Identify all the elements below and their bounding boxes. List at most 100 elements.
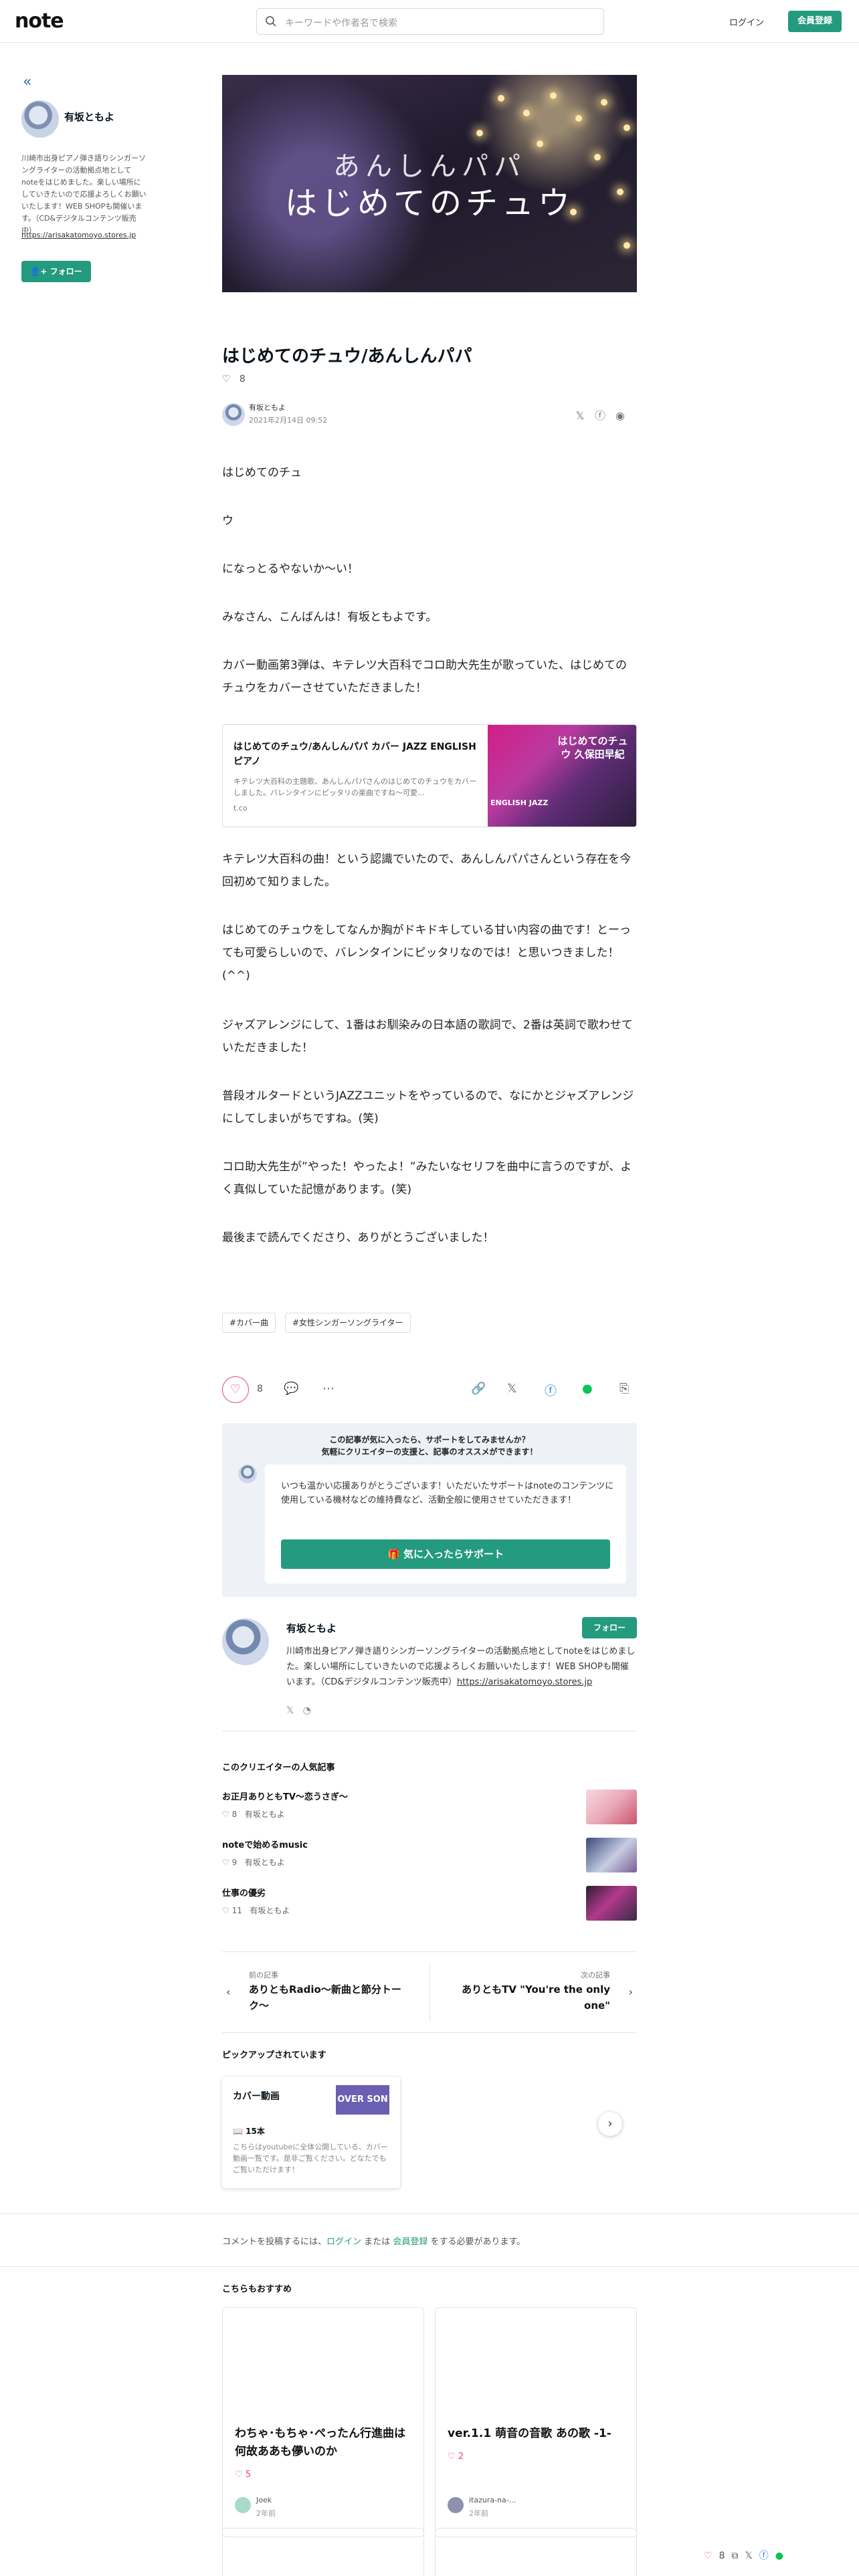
popular-meta: ♡ 8 有坂ともよ [222, 1808, 285, 1820]
chevron-right-icon[interactable]: › [629, 1985, 633, 1998]
article-title: はじめてのチュウ/あんしんパパ [222, 346, 472, 366]
popular-meta: ♡ 11 有坂ともよ [222, 1905, 290, 1916]
chevron-left-icon[interactable]: ‹ [226, 1985, 230, 1998]
heart-icon: ♡ [222, 1810, 229, 1819]
paragraph: になっとるやないか〜い！ [222, 562, 359, 576]
recommend-card[interactable]: ver.1.1 萌音の音歌 あの歌 -1- ♡ 2 itazura-na-...… [435, 2307, 637, 2537]
bookmark-icon[interactable]: ⎘ [619, 1382, 629, 1396]
creator-social-links: 𝕏 ◔ [286, 1705, 311, 1716]
like-button[interactable]: ♡ [222, 1376, 249, 1403]
more-icon[interactable]: ⋯ [322, 1382, 335, 1396]
author-name: 有坂ともよ [244, 1810, 285, 1819]
hashtag[interactable]: #カバー曲 [222, 1313, 276, 1333]
sidebar-shop-link[interactable]: https://arisakatomoyo.stores.jp [21, 231, 136, 239]
like-summary[interactable]: ♡ 8 [222, 374, 246, 385]
magazine-card[interactable]: カバー動画 OVER SON 📖 15本 こちらはyoutubeに全体公開してい… [222, 2077, 400, 2188]
popular-title: 仕事の優劣 [222, 1889, 266, 1899]
support-button[interactable]: 🎁 気に入ったらサポート [281, 1539, 610, 1569]
rss-icon[interactable]: ◔ [303, 1705, 311, 1716]
comment-icon[interactable]: 💬 [284, 1382, 298, 1396]
recommend-card[interactable] [222, 2528, 424, 2576]
embed-card[interactable]: はじめてのチュウ/あんしんパパ カバー JAZZ ENGLISH ピアノ キテレ… [222, 724, 637, 827]
support-heading-2: 気軽にクリエイターの支援と、記事のオススメができます！ [321, 1447, 538, 1457]
sidebar-follow-button[interactable]: 👤+ フォロー [21, 261, 91, 282]
prev-article-link[interactable]: ありともRadio〜新曲と節分トーク〜 [249, 1981, 417, 2014]
creator-shop-link[interactable]: https://arisakatomoyo.stores.jp [457, 1677, 592, 1687]
line-icon[interactable]: ● [775, 2551, 783, 2561]
embed-title: はじめてのチュウ/あんしんパパ カバー JAZZ ENGLISH ピアノ [233, 742, 476, 767]
x-icon[interactable]: 𝕏 [507, 1382, 517, 1396]
like-count: 9 [231, 1858, 237, 1867]
comment-login-link[interactable]: ログイン [326, 2237, 361, 2247]
heart-icon: ♡ [229, 1382, 242, 1396]
support-panel: いつも温かい応援ありがとうございます！いただいたサポートはnoteのコンテンツに… [265, 1465, 626, 1584]
recommend-card[interactable] [435, 2528, 637, 2576]
carousel-next-button[interactable]: › [598, 2112, 622, 2136]
paragraph: カバー動画第3弾は、キテレツ大百科でコロ助大先生が歌っていた、はじめてのチュウを… [222, 659, 627, 695]
avatar[interactable] [222, 1618, 269, 1665]
follow-label: フォロー [50, 267, 82, 276]
search-icon [266, 16, 276, 27]
embed-thumbnail: はじめてのチュウ 久保田早紀 ENGLISH JAZZ [488, 725, 636, 827]
recommend-author[interactable]: itazura-na-... [469, 2496, 516, 2504]
link-icon[interactable]: 🔗 [471, 1382, 486, 1396]
prev-next-nav: ‹ 前の記事 ありともRadio〜新曲と節分トーク〜 次の記事 ありともTV "… [222, 1951, 637, 2033]
x-icon[interactable]: 𝕏 [745, 2551, 752, 2561]
avatar [448, 2497, 464, 2513]
hashtag[interactable]: #女性シンガーソングライター [285, 1313, 411, 1333]
creator-name[interactable]: 有坂ともよ [286, 1621, 337, 1635]
heart-icon: ♡ [235, 2470, 243, 2480]
x-icon[interactable]: 𝕏 [570, 409, 590, 422]
embed-thumb-badge: ENGLISH JAZZ [490, 798, 549, 807]
gift-icon: 🎁 [387, 1548, 400, 1560]
hero-line-2: はじめてのチュウ [284, 185, 574, 222]
search-box[interactable]: キーワードや作者名で検索 [256, 8, 604, 35]
signup-button[interactable]: 会員登録 [788, 11, 842, 32]
comment-or: または [364, 2237, 391, 2247]
comment-suffix: をする必要があります。 [430, 2237, 526, 2247]
list-item[interactable]: 仕事の優劣 ♡ 11 有坂ともよ [222, 1886, 637, 1925]
avatar [238, 1465, 257, 1483]
heart-icon[interactable]: ♡ [704, 2551, 712, 2561]
popular-thumbnail [586, 1886, 637, 1921]
facebook-icon[interactable]: ⓕ [759, 2549, 769, 2562]
paragraph: コロ助大先生が”やった！やったよ！”みたいなセリフを曲中に言うのですが、よく真似… [222, 1160, 632, 1196]
paragraph: はじめてのチュウをしてなんか胸がドキドキしている甘い内容の曲です！とーっても可愛… [222, 924, 631, 982]
support-heading-1: この記事が気に入ったら、サポートをしてみませんか？ [329, 1435, 530, 1444]
creator-follow-button[interactable]: フォロー [582, 1617, 637, 1638]
note-logo[interactable]: note [15, 9, 64, 33]
facebook-icon[interactable]: ⓕ [545, 1382, 557, 1399]
x-icon[interactable]: 𝕏 [286, 1705, 294, 1716]
line-icon[interactable]: ● [582, 1382, 593, 1396]
support-heading: この記事が気に入ったら、サポートをしてみませんか？ 気軽にクリエイターの支援と、記… [222, 1434, 637, 1458]
list-item[interactable]: お正月ありともTV〜恋うさぎ〜 ♡ 8 有坂ともよ [222, 1790, 637, 1828]
avatar[interactable] [222, 403, 245, 426]
hero-image: あんしんパパ はじめてのチュウ [222, 75, 637, 292]
pickup-section-title: ピックアップされています [222, 2050, 326, 2060]
embed-thumb-title: はじめてのチュウ 久保田早紀 [557, 735, 628, 760]
login-link[interactable]: ログイン [729, 15, 764, 28]
paragraph: はじめてのチュ [222, 466, 302, 479]
recommend-title: ver.1.1 萌音の音歌 あの歌 -1- [448, 2427, 611, 2440]
next-article-link[interactable]: ありともTV "You're the only one" [442, 1981, 610, 2014]
comment-signup-link[interactable]: 会員登録 [393, 2237, 427, 2247]
back-chevron-icon[interactable]: « [23, 74, 31, 90]
avatar[interactable] [21, 100, 59, 138]
recommend-author[interactable]: Joek [256, 2496, 272, 2504]
support-button-label: 気に入ったらサポート [403, 1548, 504, 1560]
recommend-card[interactable]: わちゃ･もちゃ･ぺったん行進曲は何故ああも儚いのか ♡ 5 Joek 2年前 [222, 2307, 424, 2537]
magazine-icon[interactable]: ⧉ [731, 2551, 738, 2561]
like-count: 8 [231, 1810, 237, 1819]
sidebar-author-name[interactable]: 有坂ともよ [64, 110, 114, 124]
line-icon[interactable]: ◉ [610, 409, 630, 422]
embed-host: t.co [233, 804, 248, 813]
list-item[interactable]: noteで始めるmusic ♡ 9 有坂ともよ [222, 1838, 637, 1876]
author-name: 有坂ともよ [250, 1906, 290, 1915]
sidebar-bio: 川崎市出身ピアノ弾き語りシンガーソングライターの活動拠点地としてnoteをはじめ… [21, 154, 147, 235]
paragraph: キテレツ大百科の曲！という認識でいたので、あんしんパパさんという存在を今回初めて… [222, 853, 632, 889]
facebook-icon[interactable]: ⓕ [590, 407, 610, 423]
heart-icon: ♡ [222, 374, 231, 385]
author-name[interactable]: 有坂ともよ [249, 402, 286, 413]
author-name: 有坂ともよ [244, 1858, 285, 1867]
magazine-description: こちらはyoutubeに全体公開している、カバー動画一覧です。是非ご覧ください。… [233, 2143, 388, 2174]
